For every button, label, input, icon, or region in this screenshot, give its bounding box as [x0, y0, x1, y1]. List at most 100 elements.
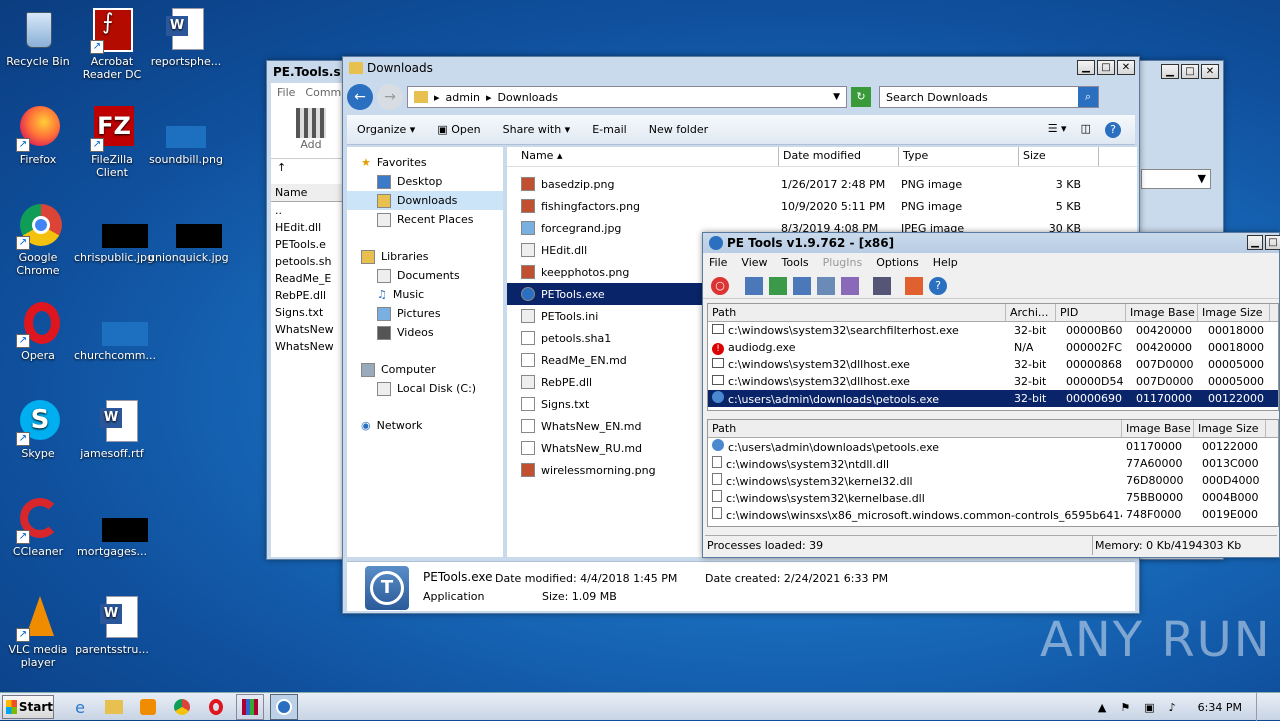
col-date[interactable]: Date modified: [779, 147, 899, 166]
desktop-icon-ccleaner[interactable]: ↗ CCleaner: [0, 498, 76, 558]
organize-button[interactable]: Organize ▾: [357, 123, 415, 136]
list-item[interactable]: PETools.e: [271, 236, 351, 253]
minimize-icon[interactable]: ▁: [1247, 235, 1263, 250]
close-icon[interactable]: ✕: [1117, 60, 1135, 75]
desktop-icon-unionquick[interactable]: unionquick.jpg: [148, 204, 229, 264]
desktop-icon-vlc[interactable]: ↗ VLC media player: [0, 596, 76, 669]
up-arrow-icon[interactable]: ↑: [271, 158, 351, 178]
share-with-button[interactable]: Share with ▾: [503, 123, 571, 136]
table-row[interactable]: c:\windows\system32\dllhost.exe 32-bit 000…: [708, 356, 1278, 373]
list-item[interactable]: WhatsNew: [271, 338, 351, 355]
back-button[interactable]: ←: [347, 84, 373, 110]
desktop-icon-acrobat[interactable]: ⨍ ↗ Acrobat Reader DC: [74, 8, 150, 81]
nav-desktop[interactable]: Desktop: [347, 172, 503, 191]
menu-options[interactable]: Options: [876, 256, 918, 270]
bg-col-name[interactable]: Name: [271, 184, 351, 201]
menu-file[interactable]: File: [277, 86, 295, 99]
minimize-icon[interactable]: ▁: [1077, 60, 1095, 75]
petools-window[interactable]: PE Tools v1.9.762 - [x86] ▁ □ File View T…: [702, 232, 1280, 558]
nav-libraries[interactable]: Libraries: [347, 247, 503, 266]
list-item[interactable]: petools.sh: [271, 253, 351, 270]
nav-local-disk[interactable]: Local Disk (C:): [347, 379, 503, 398]
table-row[interactable]: c:\windows\system32\kernelbase.dll 75BB00…: [708, 489, 1278, 506]
desktop-icon-soundbill[interactable]: soundbill.png: [148, 106, 224, 166]
nav-favorites[interactable]: ★ Favorites: [347, 153, 503, 172]
menu-view[interactable]: View: [741, 256, 767, 270]
menu-tools[interactable]: Tools: [782, 256, 809, 270]
taskbar-explorer-icon[interactable]: [102, 695, 126, 719]
new-folder-button[interactable]: New folder: [649, 123, 708, 136]
desktop-icon-recycle-bin[interactable]: Recycle Bin: [0, 8, 76, 68]
list-item[interactable]: RebPE.dll: [271, 287, 351, 304]
view-options-icon[interactable]: ☰ ▾: [1048, 122, 1067, 138]
table-row[interactable]: c:\windows\winsxs\x86_microsoft.windows.…: [708, 506, 1278, 523]
minimize-icon[interactable]: ▁: [1161, 64, 1179, 79]
desktop-icon-opera[interactable]: ↗ Opera: [0, 302, 76, 362]
sections-icon[interactable]: [841, 276, 859, 295]
tray-flag-icon[interactable]: ⚑: [1120, 701, 1130, 714]
desktop-icon-parentsstru[interactable]: W parentsstru...: [74, 596, 150, 656]
forward-button[interactable]: →: [377, 84, 403, 110]
table-row-selected[interactable]: c:\users\admin\downloads\petools.exe 32-b…: [708, 390, 1278, 407]
maximize-icon[interactable]: □: [1181, 64, 1199, 79]
col-image-size[interactable]: Image Size: [1194, 420, 1266, 437]
tray-expand-icon[interactable]: ▲: [1098, 701, 1106, 714]
table-row[interactable]: fishingfactors.png 10/9/2020 5:11 PM PNG i…: [507, 195, 1137, 217]
nav-videos[interactable]: Videos: [347, 323, 503, 342]
col-size[interactable]: Size: [1019, 147, 1099, 166]
breadcrumb-downloads[interactable]: Downloads: [498, 91, 558, 104]
menu-file[interactable]: File: [709, 256, 727, 270]
breadcrumb-admin[interactable]: admin: [446, 91, 480, 104]
desktop-icon-mortgages[interactable]: mortgages...: [74, 498, 150, 558]
edit-icon[interactable]: [745, 276, 763, 295]
start-button[interactable]: Start: [2, 695, 54, 719]
desktop-icon-reportsphe[interactable]: W reportsphe...: [148, 8, 224, 68]
refresh-button[interactable]: ↻: [851, 87, 871, 107]
nav-recent-places[interactable]: Recent Places: [347, 210, 503, 229]
table-row[interactable]: c:\windows\system32\kernel32.dll 76D80000…: [708, 472, 1278, 489]
maximize-icon[interactable]: □: [1265, 235, 1280, 250]
col-path[interactable]: Path: [708, 420, 1122, 437]
nav-downloads[interactable]: Downloads: [347, 191, 503, 210]
tray-volume-icon[interactable]: ♪: [1169, 701, 1176, 714]
rebuild-icon[interactable]: [817, 276, 835, 295]
col-type[interactable]: Type: [899, 147, 1019, 166]
list-item[interactable]: HEdit.dll: [271, 219, 351, 236]
explorer-titlebar[interactable]: Downloads: [343, 57, 1139, 79]
search-icon[interactable]: ⌕: [1078, 87, 1098, 107]
open-button[interactable]: ▣ Open: [437, 123, 480, 136]
home-icon[interactable]: [905, 276, 923, 295]
nav-computer[interactable]: Computer: [347, 360, 503, 379]
table-row[interactable]: c:\windows\system32\searchfilterhost.exe…: [708, 322, 1278, 339]
chevron-down-icon[interactable]: ▼: [833, 92, 840, 102]
col-path[interactable]: Path: [708, 304, 1006, 321]
taskbar-petools-icon[interactable]: [270, 694, 298, 720]
tray-monitor-icon[interactable]: ▣: [1144, 701, 1154, 714]
table-row-selected[interactable]: PETools.exe: [507, 283, 703, 305]
taskbar-chrome-icon[interactable]: [170, 695, 194, 719]
dump-icon[interactable]: [793, 276, 811, 295]
menu-help[interactable]: Help: [933, 256, 958, 270]
nav-pictures[interactable]: Pictures: [347, 304, 503, 323]
show-desktop-button[interactable]: [1256, 693, 1270, 721]
tree-icon[interactable]: [769, 276, 787, 295]
list-item[interactable]: WhatsNew: [271, 321, 351, 338]
close-icon[interactable]: ✕: [1201, 64, 1219, 79]
stop-icon[interactable]: ○: [711, 276, 729, 295]
col-pid[interactable]: PID: [1056, 304, 1126, 321]
table-row[interactable]: c:\windows\system32\ntdll.dll 77A60000 001…: [708, 455, 1278, 472]
nav-network[interactable]: ◉ Network: [347, 416, 503, 435]
search-input[interactable]: Search Downloads ⌕: [879, 86, 1099, 108]
desktop-icon-jamesoff[interactable]: W jamesoff.rtf: [74, 400, 150, 460]
col-arch[interactable]: Archi...: [1006, 304, 1056, 321]
table-row[interactable]: basedzip.png 1/26/2017 2:48 PM PNG image 3 …: [507, 173, 1137, 195]
list-item[interactable]: ..: [271, 202, 351, 219]
bg-dropdown[interactable]: ▼: [1141, 169, 1211, 189]
petools-titlebar[interactable]: PE Tools v1.9.762 - [x86]: [703, 233, 1279, 253]
desktop-icon-firefox[interactable]: ↗ Firefox: [0, 106, 76, 166]
taskbar-winrar-icon[interactable]: [236, 694, 264, 720]
desktop-icon-skype[interactable]: S ↗ Skype: [0, 400, 76, 460]
col-image-base[interactable]: Image Base: [1126, 304, 1198, 321]
col-name[interactable]: Name ▴: [507, 147, 779, 166]
col-image-base[interactable]: Image Base: [1122, 420, 1194, 437]
